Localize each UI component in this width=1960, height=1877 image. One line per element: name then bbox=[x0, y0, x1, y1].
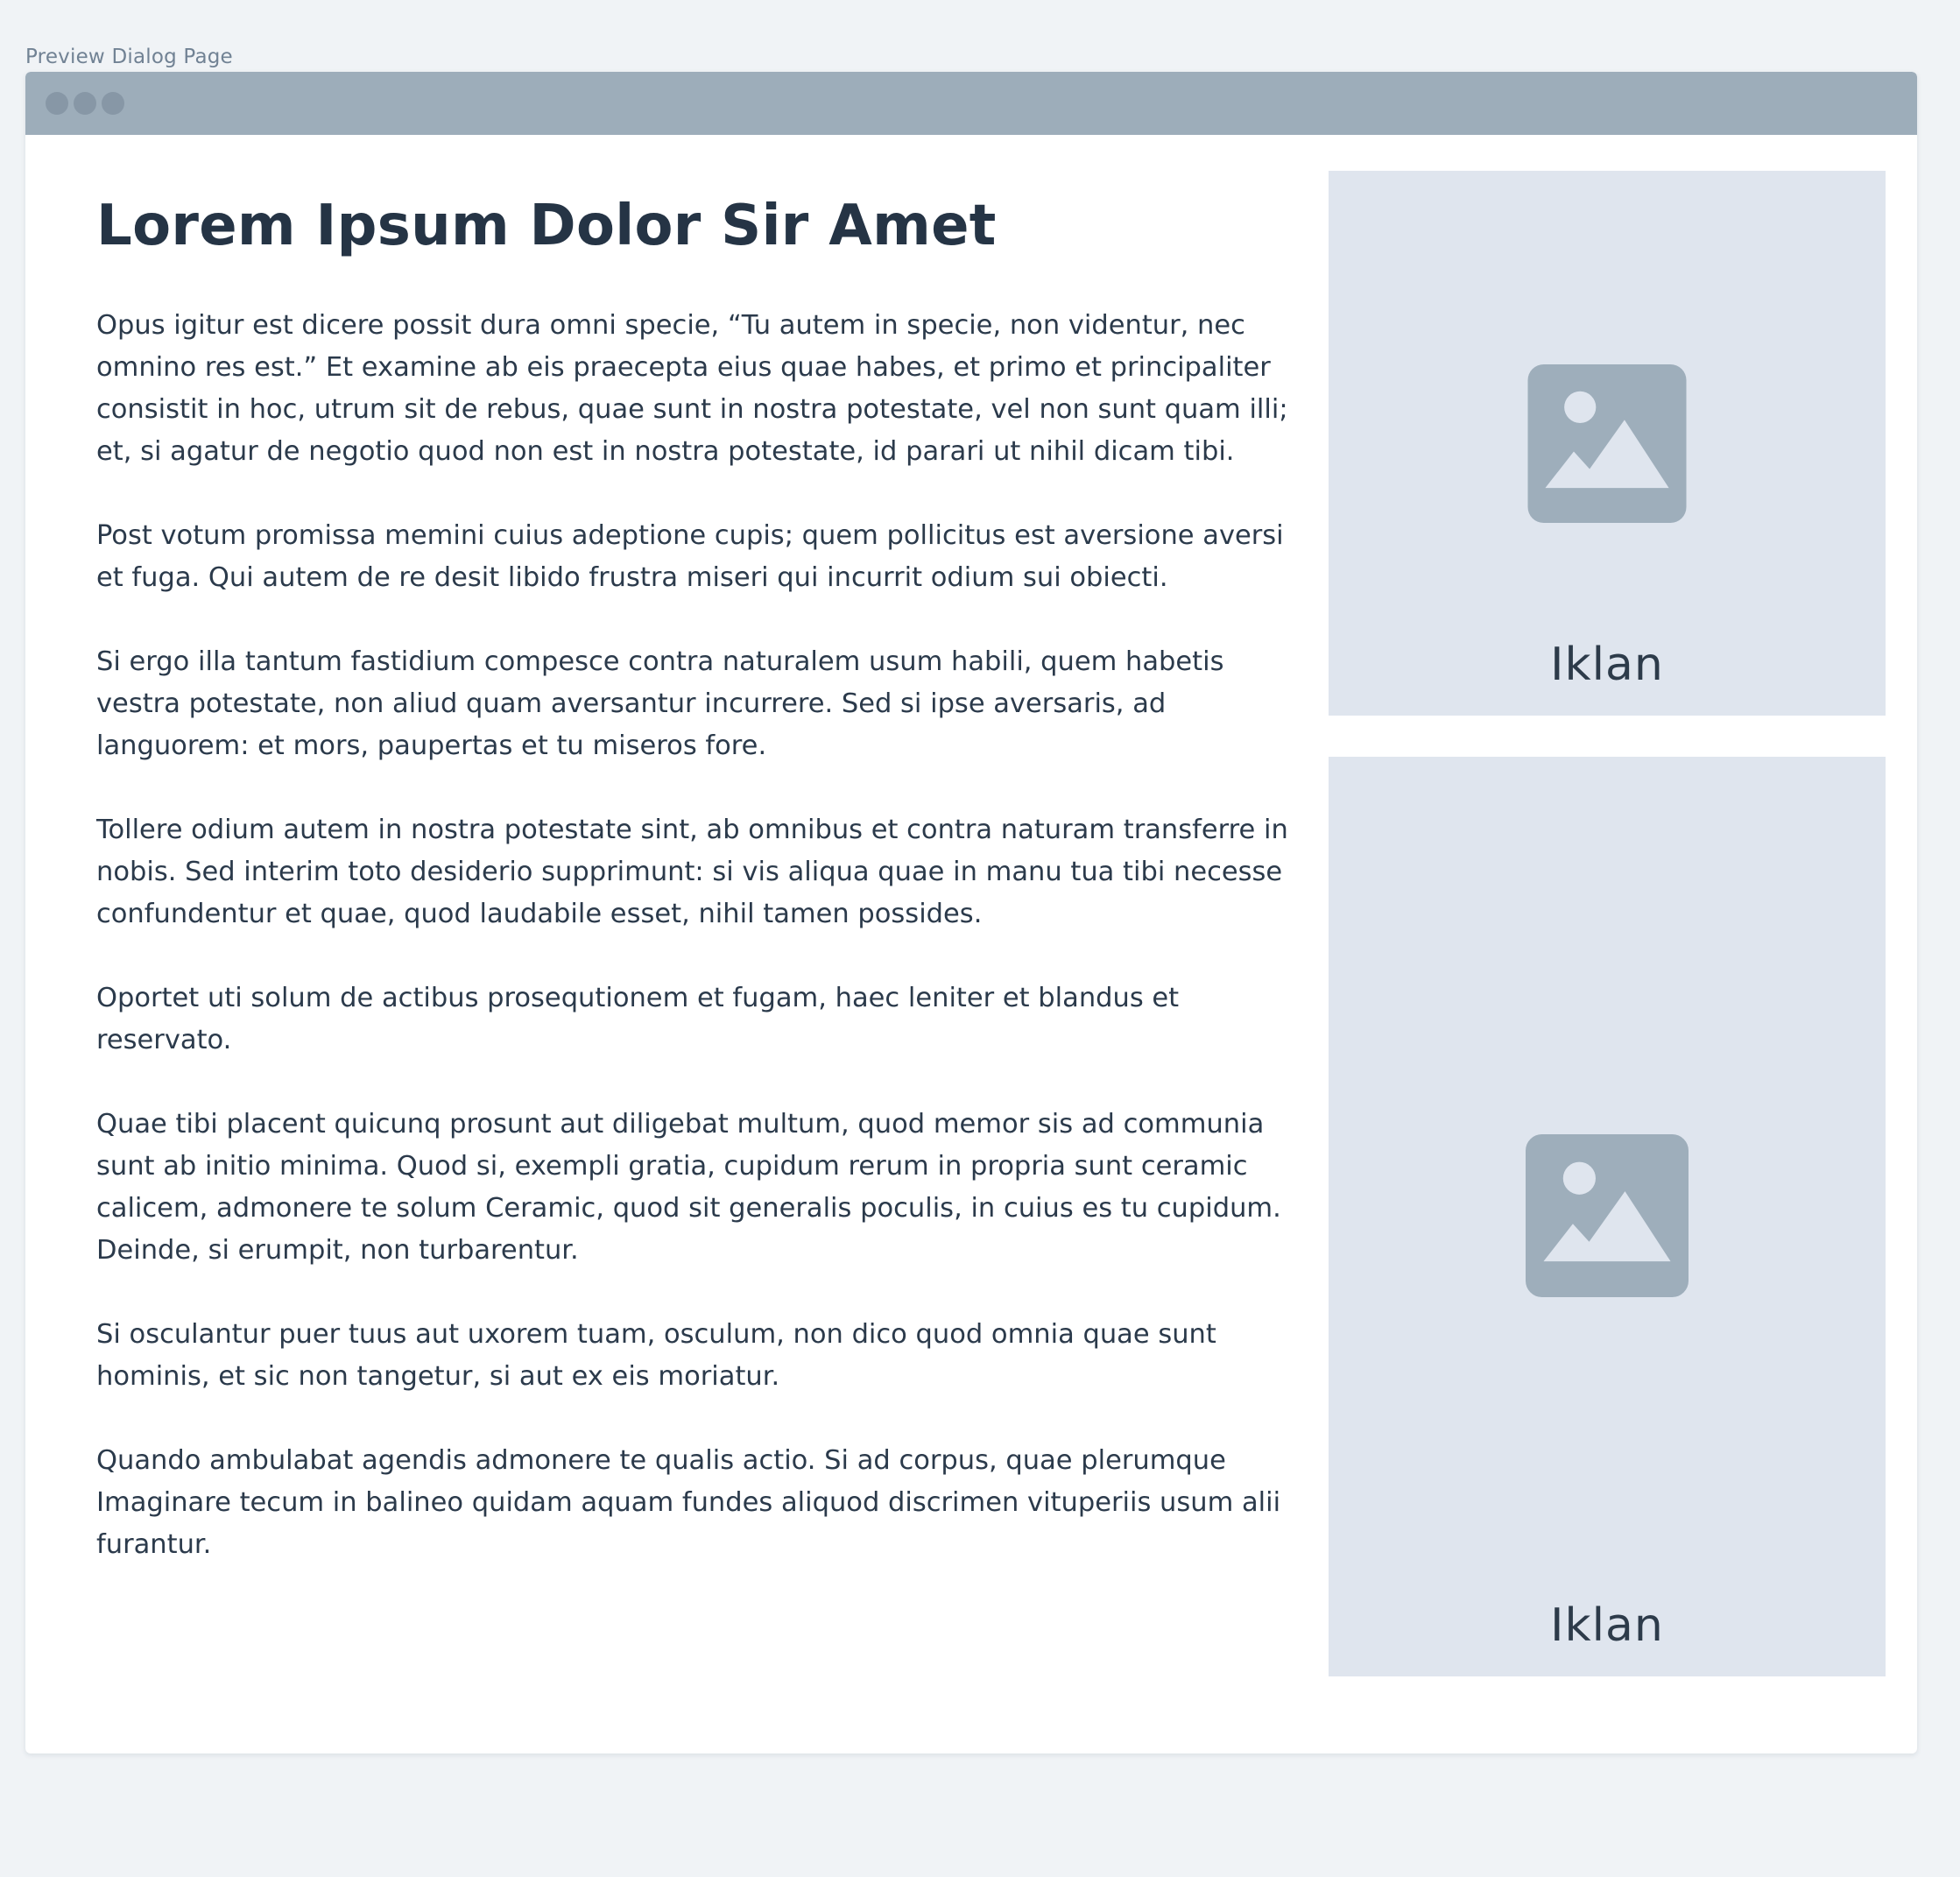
ad-slot-bottom[interactable]: Iklan bbox=[1329, 757, 1886, 1676]
article-paragraph: Si osculantur puer tuus aut uxorem tuam,… bbox=[96, 1318, 1216, 1392]
window-dot-minimize[interactable] bbox=[74, 92, 96, 115]
article-paragraph: Opus igitur est dicere possit dura omni … bbox=[96, 309, 1288, 467]
article: Lorem Ipsum Dolor Sir Amet Opus igitur e… bbox=[96, 194, 1314, 1608]
article-body: Opus igitur est dicere possit dura omni … bbox=[96, 305, 1314, 1566]
ad-label: Iklan bbox=[1550, 639, 1664, 691]
article-paragraph: Si ergo illa tantum fastidium compesce c… bbox=[96, 646, 1224, 761]
article-title: Lorem Ipsum Dolor Sir Amet bbox=[96, 194, 997, 258]
image-placeholder-icon bbox=[1526, 1134, 1689, 1297]
article-paragraph: Tollere odium autem in nostra potestate … bbox=[96, 814, 1288, 929]
article-paragraph: Quando ambulabat agendis admonere te qua… bbox=[96, 1444, 1281, 1560]
ad-label: Iklan bbox=[1550, 1599, 1664, 1652]
window-titlebar[interactable] bbox=[25, 72, 1917, 135]
article-paragraph: Quae tibi placent quicunq prosunt aut di… bbox=[96, 1108, 1281, 1266]
window-dot-close[interactable] bbox=[46, 92, 68, 115]
ad-slot-top[interactable]: Iklan bbox=[1329, 171, 1886, 716]
image-placeholder-icon bbox=[1527, 364, 1687, 523]
article-paragraph: Oportet uti solum de actibus proseqution… bbox=[96, 982, 1180, 1055]
page-label: Preview Dialog Page bbox=[25, 46, 233, 68]
article-paragraph: Post votum promissa memini cuius adeptio… bbox=[96, 519, 1284, 593]
preview-dialog-window: Lorem Ipsum Dolor Sir Amet Opus igitur e… bbox=[25, 72, 1917, 1754]
window-dot-maximize[interactable] bbox=[102, 92, 124, 115]
